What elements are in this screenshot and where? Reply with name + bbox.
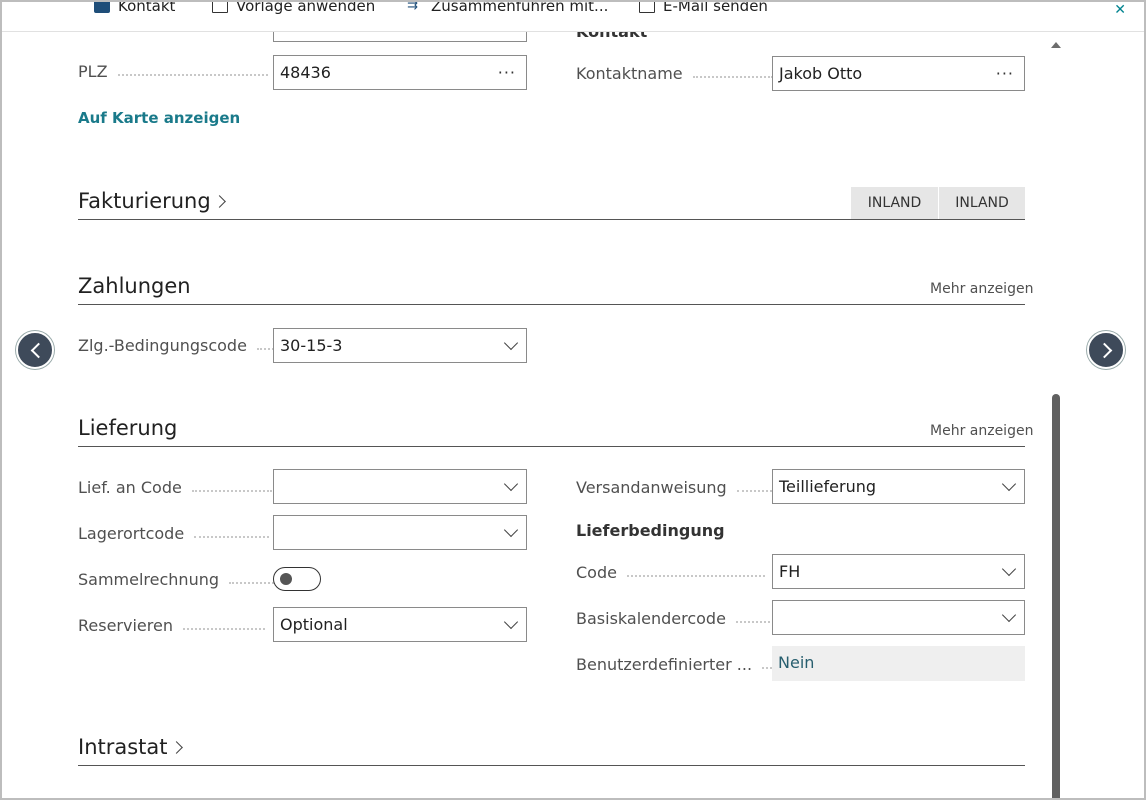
mail-icon [639,2,655,13]
section-divider [78,446,1025,447]
intrastat-section-title[interactable]: Intrastat [78,735,183,759]
ship-to-code-label: Lief. an Code [78,471,272,505]
shipping-show-more-link[interactable]: Mehr anzeigen [930,423,1033,439]
combine-shipments-label: Sammelrechnung [78,563,275,597]
location-code-select[interactable] [273,515,527,550]
template-icon [212,2,228,13]
chevron-down-icon [1001,476,1017,492]
reserve-label: Reservieren [78,609,265,643]
more-options-icon[interactable]: ··· [996,57,1014,90]
apply-template-action[interactable]: Vorlage anwenden [212,2,375,16]
chevron-down-icon [1001,607,1017,623]
section-divider [78,765,1025,766]
location-code-label: Lagerortcode [78,517,270,551]
send-email-action[interactable]: E-Mail senden [639,2,768,16]
city-field[interactable] [273,32,527,42]
shipping-advice-label: Versandanweisung [576,471,772,505]
card-page-window: Kontakt Vorlage anwenden ⇉ Zusammenführe… [0,0,1146,800]
shipment-method-heading: Lieferbedingung [576,521,725,540]
contact-name-field[interactable]: Jakob Otto ··· [772,56,1025,91]
shipping-advice-value: Teillieferung [779,477,877,496]
send-email-label: E-Mail senden [663,2,768,15]
combine-shipments-toggle[interactable] [273,567,321,591]
apply-template-label: Vorlage anwenden [236,2,376,15]
payment-terms-select[interactable]: 30-15-3 [273,328,527,363]
shipment-method-code-value: FH [779,562,801,581]
reserve-select[interactable]: Optional [273,607,527,642]
contact-icon [94,2,110,13]
postcode-label: PLZ [78,55,268,89]
customized-calendar-field[interactable]: Nein [772,646,1025,681]
chevron-down-icon [503,476,519,492]
shipment-method-code-label: Code [576,556,765,590]
toggle-knob [280,573,292,585]
chevron-down-icon [503,614,519,630]
chevron-down-icon [503,335,519,351]
invoicing-badge: INLAND [851,187,938,219]
section-divider [78,219,1025,220]
scroll-up-arrow[interactable] [1051,42,1061,48]
payments-section-title[interactable]: Zahlungen [78,274,191,298]
contact-heading: Kontakt [576,32,647,41]
customized-calendar-label: Benutzerdefinierter ... [576,648,773,682]
shipping-section-title[interactable]: Lieferung [78,416,177,440]
payments-show-more-link[interactable]: Mehr anzeigen [930,281,1033,297]
previous-record-button[interactable] [16,331,54,369]
contact-name-value: Jakob Otto [779,64,863,83]
chevron-left-icon [30,342,47,359]
shipment-method-code-select[interactable]: FH [772,554,1025,589]
reserve-value: Optional [280,615,348,634]
base-calendar-code-select[interactable] [772,600,1025,635]
merge-icon: ⇉ [407,2,418,13]
next-record-button[interactable] [1087,331,1125,369]
shipping-advice-select[interactable]: Teillieferung [772,469,1025,504]
show-on-map-link[interactable]: Auf Karte anzeigen [78,109,240,127]
chevron-right-icon [212,195,226,208]
chevron-down-icon [1001,561,1017,577]
base-calendar-code-label: Basiskalendercode [576,602,774,636]
merge-action-label: Zusammenführen mit... [431,2,609,15]
payment-terms-label: Zlg.-Bedingungscode [78,329,277,363]
chevron-down-icon [503,522,519,538]
postcode-field[interactable]: 48436 ··· [273,55,527,90]
scrollbar-thumb[interactable] [1052,394,1060,798]
chevron-right-icon [1096,342,1113,359]
card-content: Kontakt PLZ 48436 ··· Kontaktname Jakob … [2,32,1050,798]
unpin-icon[interactable]: ✕ [1114,2,1126,18]
payment-terms-value: 30-15-3 [280,336,343,355]
postcode-value: 48436 [280,63,331,82]
more-options-icon[interactable]: ··· [498,56,516,89]
customized-calendar-value: Nein [778,653,815,672]
action-bar: Kontakt Vorlage anwenden ⇉ Zusammenführe… [2,2,1144,32]
invoicing-badge: INLAND [939,187,1025,219]
contact-action[interactable]: Kontakt [94,2,175,16]
invoicing-section-title[interactable]: Fakturierung [78,189,226,213]
contact-action-label: Kontakt [118,2,176,15]
chevron-right-icon [169,741,183,754]
merge-action[interactable]: ⇉ Zusammenführen mit... [407,2,608,16]
section-divider [78,304,1025,305]
ship-to-code-select[interactable] [273,469,527,504]
contact-name-label: Kontaktname [576,57,773,91]
